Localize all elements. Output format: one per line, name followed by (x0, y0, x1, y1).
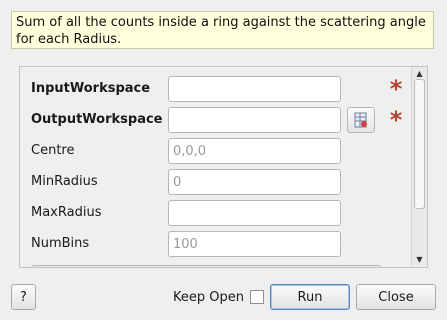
outputworkspace-field[interactable] (168, 107, 341, 133)
workspace-browse-button[interactable] (347, 107, 375, 133)
property-row-numbins: NumBins (20, 231, 412, 257)
properties-panel: InputWorkspace * OutputWorkspace * Centr… (19, 66, 428, 268)
vertical-scrollbar[interactable]: ▲ ▼ (411, 67, 427, 267)
centre-field[interactable] (168, 138, 341, 164)
property-row-inputworkspace: InputWorkspace * (20, 76, 412, 102)
scrollbar-thumb[interactable] (414, 79, 425, 209)
keep-open-checkbox[interactable] (250, 290, 264, 304)
close-button[interactable]: Close (356, 284, 436, 310)
minradius-field[interactable] (168, 169, 341, 195)
outputworkspace-label: OutputWorkspace (31, 112, 163, 127)
inputworkspace-label: InputWorkspace (31, 81, 151, 96)
keep-open-label: Keep Open (173, 290, 244, 305)
help-button[interactable]: ? (11, 284, 36, 310)
workspace-table-icon (354, 112, 367, 128)
required-star-icon: * (389, 75, 403, 103)
maxradius-field[interactable] (168, 200, 341, 226)
partially-visible-groupbox (31, 265, 381, 267)
minradius-label: MinRadius (31, 174, 98, 189)
property-row-outputworkspace: OutputWorkspace * (20, 107, 412, 133)
numbins-field[interactable] (168, 231, 341, 257)
centre-label: Centre (31, 143, 75, 158)
inputworkspace-field[interactable] (168, 76, 341, 102)
property-row-centre: Centre (20, 138, 412, 164)
property-row-minradius: MinRadius (20, 169, 412, 195)
algorithm-description: Sum of all the counts inside a ring agai… (11, 11, 434, 49)
property-row-maxradius: MaxRadius (20, 200, 412, 226)
run-button[interactable]: Run (270, 284, 350, 310)
maxradius-label: MaxRadius (31, 205, 102, 220)
scroll-down-icon[interactable]: ▼ (412, 253, 427, 267)
required-star-icon: * (389, 106, 403, 134)
numbins-label: NumBins (31, 236, 90, 251)
